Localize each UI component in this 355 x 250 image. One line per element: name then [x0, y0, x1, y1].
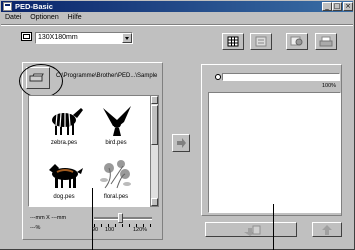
bird-icon: [103, 106, 131, 136]
list-item[interactable]: floral.pes: [91, 154, 141, 202]
size-dimensions: ---mm X ---mm: [30, 215, 67, 221]
write-button[interactable]: [286, 33, 308, 50]
tick-label: 120%: [133, 227, 148, 233]
file-name: zebra.pes: [50, 140, 78, 146]
close-button[interactable]: ×: [343, 2, 353, 11]
menu-datei[interactable]: Datei: [5, 14, 21, 21]
card-icon: [255, 36, 267, 47]
folder-path: C:\Programme\Brother\PED...\Sample: [56, 73, 158, 79]
file-name: floral.pes: [103, 194, 129, 200]
maximize-button[interactable]: □: [332, 2, 342, 11]
card-write-icon: [290, 36, 303, 46]
card-transfer-button[interactable]: [205, 222, 297, 237]
toolbar-divider: [1, 24, 353, 26]
printer-icon: [319, 36, 333, 47]
file-list-scrollbar[interactable]: [150, 95, 159, 207]
arrow-up-icon: [322, 225, 332, 235]
slider-knob[interactable]: [118, 213, 123, 223]
arrow-right-icon: [177, 138, 186, 148]
hoop-size-value: 130X180mm: [38, 34, 78, 41]
window-title: PED-Basic: [15, 2, 53, 11]
transfer-arrow-button[interactable]: [172, 134, 190, 152]
floral-icon: [100, 160, 131, 189]
list-item[interactable]: zebra.pes: [39, 100, 89, 148]
menu-optionen[interactable]: Optionen: [30, 14, 58, 21]
hoop-size-select[interactable]: 130X180mm: [35, 32, 133, 44]
scroll-thumb[interactable]: [151, 105, 158, 145]
menu-hilfe[interactable]: Hilfe: [68, 14, 82, 21]
slider-track: [94, 217, 152, 220]
transfer-radio[interactable]: [215, 74, 221, 80]
card-preview: [208, 92, 341, 213]
dog-icon: [49, 164, 83, 188]
tick-label: 100: [105, 227, 115, 233]
title-bar: PED-Basic _ □ ×: [1, 1, 353, 12]
hoop-icon: [21, 32, 32, 41]
scroll-up-button[interactable]: [151, 96, 158, 104]
app-icon: [3, 2, 12, 11]
annotation-line: [92, 188, 93, 250]
size-info: ---mm X ---mm ---%: [30, 213, 66, 233]
upload-button[interactable]: [312, 222, 342, 237]
scroll-down-button[interactable]: [151, 198, 158, 206]
annotation-line: [273, 204, 274, 250]
card-download-icon: [244, 225, 261, 236]
minimize-button[interactable]: _: [322, 2, 332, 11]
menu-bar: Datei Optionen Hilfe: [2, 13, 86, 23]
grid-button[interactable]: [222, 33, 244, 50]
size-percent: ---%: [30, 225, 41, 231]
grid-icon: [227, 36, 239, 47]
file-name: dog.pes: [53, 194, 75, 200]
zebra-icon: [52, 108, 83, 135]
zoom-slider[interactable]: 90 100 120%: [92, 213, 154, 237]
list-item[interactable]: bird.pes: [91, 100, 141, 148]
file-name: bird.pes: [105, 140, 127, 146]
list-item[interactable]: dog.pes: [39, 154, 89, 202]
highlight-circle: [19, 64, 63, 98]
print-button[interactable]: [315, 33, 337, 50]
card-button[interactable]: [250, 33, 272, 50]
transfer-progress: [222, 73, 340, 81]
chevron-down-icon[interactable]: [122, 33, 132, 43]
progress-percent: 100%: [322, 83, 337, 89]
file-list[interactable]: zebra.pes bird.pes dog.pes floral.pes: [28, 95, 151, 207]
app-window: PED-Basic _ □ × Datei Optionen Hilfe 130…: [0, 0, 355, 250]
